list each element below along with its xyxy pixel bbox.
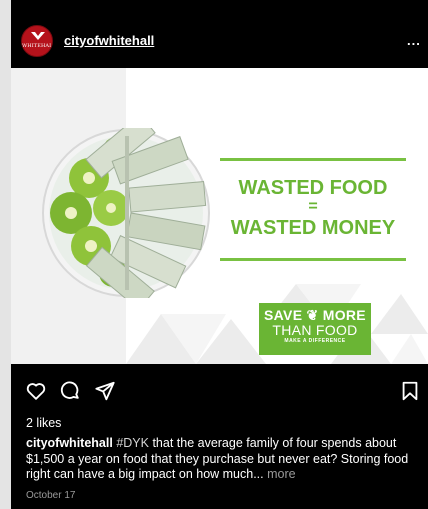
headline-line1: WASTED FOOD <box>238 177 388 199</box>
bookmark-icon[interactable] <box>399 380 421 402</box>
post-date: October 17 <box>26 490 76 501</box>
share-icon[interactable] <box>94 380 116 402</box>
save-more-badge: SAVE ❦ MORE THAN FOOD MAKE A DIFFERENCE <box>259 303 371 355</box>
post-header: WHITEHALL cityofwhitehall ... <box>11 0 428 68</box>
likes-count[interactable]: 2 likes <box>26 416 61 430</box>
post-image[interactable]: WASTED FOOD = WASTED MONEY SAVE ❦ MORE T… <box>11 68 428 364</box>
comment-icon[interactable] <box>59 380 81 402</box>
instagram-post: WHITEHALL cityofwhitehall ... WASTED FOO… <box>11 0 428 509</box>
headline-line2: WASTED MONEY <box>230 217 396 239</box>
post-username[interactable]: cityofwhitehall <box>64 33 154 48</box>
badge-line2: THAN FOOD <box>272 322 358 338</box>
headline-rule-top <box>220 158 406 161</box>
city-logo-mark <box>31 32 45 40</box>
badge-line3: MAKE A DIFFERENCE <box>284 338 346 344</box>
badge-line1: SAVE ❦ MORE <box>264 307 366 323</box>
more-options-icon[interactable]: ... <box>407 33 421 48</box>
avatar-logo-text: WHITEHALL <box>22 43 53 49</box>
caption-more-link[interactable]: more <box>267 467 295 481</box>
avatar[interactable]: WHITEHALL <box>21 25 53 57</box>
heart-icon[interactable] <box>25 380 47 402</box>
headline-equals: = <box>308 198 318 215</box>
headline-rule-bottom <box>220 258 406 261</box>
caption-hashtag[interactable]: #DYK <box>116 436 149 450</box>
post-caption: cityofwhitehall #DYK that the average fa… <box>26 436 421 483</box>
action-bar <box>11 364 428 414</box>
caption-username[interactable]: cityofwhitehall <box>26 436 113 450</box>
kiwi-money-bowl <box>42 128 210 298</box>
